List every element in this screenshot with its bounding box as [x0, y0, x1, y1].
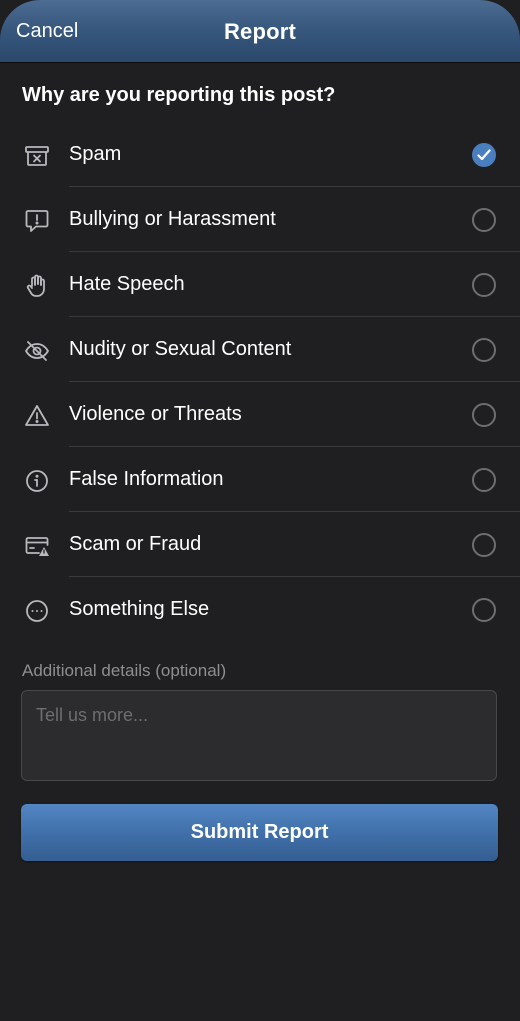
speech-bubble-alert-icon	[23, 208, 51, 234]
option-something-else[interactable]: Something Else	[0, 577, 520, 642]
nav-header: Cancel Report	[0, 0, 520, 62]
hand-icon	[23, 273, 51, 299]
radio-empty-icon[interactable]	[472, 598, 496, 622]
option-hate-speech[interactable]: Hate Speech	[0, 252, 520, 317]
radio-empty-icon[interactable]	[472, 208, 496, 232]
option-label: Scam or Fraud	[69, 533, 202, 555]
option-label: Bullying or Harassment	[69, 208, 276, 230]
additional-details-input[interactable]	[21, 690, 497, 781]
spam-box-icon	[23, 143, 51, 169]
radio-empty-icon[interactable]	[472, 403, 496, 427]
option-label: Violence or Threats	[69, 403, 242, 425]
card-warning-icon	[23, 533, 51, 559]
report-sheet: Cancel Report Why are you reporting this…	[0, 0, 520, 1021]
option-nudity[interactable]: Nudity or Sexual Content	[0, 317, 520, 382]
option-label: Something Else	[69, 598, 210, 620]
radio-empty-icon[interactable]	[472, 533, 496, 557]
ellipsis-circle-icon	[23, 598, 51, 624]
option-scam[interactable]: Scam or Fraud	[0, 512, 520, 577]
option-spam[interactable]: Spam	[0, 122, 520, 187]
report-options-list: Spam Bullying or Harassment Hate Speech …	[0, 122, 520, 642]
option-label: Hate Speech	[69, 273, 185, 295]
additional-details-label: Additional details (optional)	[22, 661, 227, 680]
radio-empty-icon[interactable]	[472, 468, 496, 492]
radio-empty-icon[interactable]	[472, 338, 496, 362]
option-false-information[interactable]: False Information	[0, 447, 520, 512]
radio-empty-icon[interactable]	[472, 273, 496, 297]
report-question: Why are you reporting this post?	[22, 84, 336, 106]
submit-report-button[interactable]: Submit Report	[21, 804, 498, 861]
option-violence[interactable]: Violence or Threats	[0, 382, 520, 447]
radio-checked-icon[interactable]	[472, 143, 496, 167]
option-label: Nudity or Sexual Content	[69, 338, 292, 360]
option-bullying[interactable]: Bullying or Harassment	[0, 187, 520, 252]
warning-triangle-icon	[23, 403, 51, 429]
option-label: False Information	[69, 468, 224, 490]
info-circle-icon	[23, 468, 51, 494]
page-title: Report	[223, 19, 297, 44]
eye-slash-icon	[23, 338, 51, 364]
option-label: Spam	[69, 143, 122, 165]
